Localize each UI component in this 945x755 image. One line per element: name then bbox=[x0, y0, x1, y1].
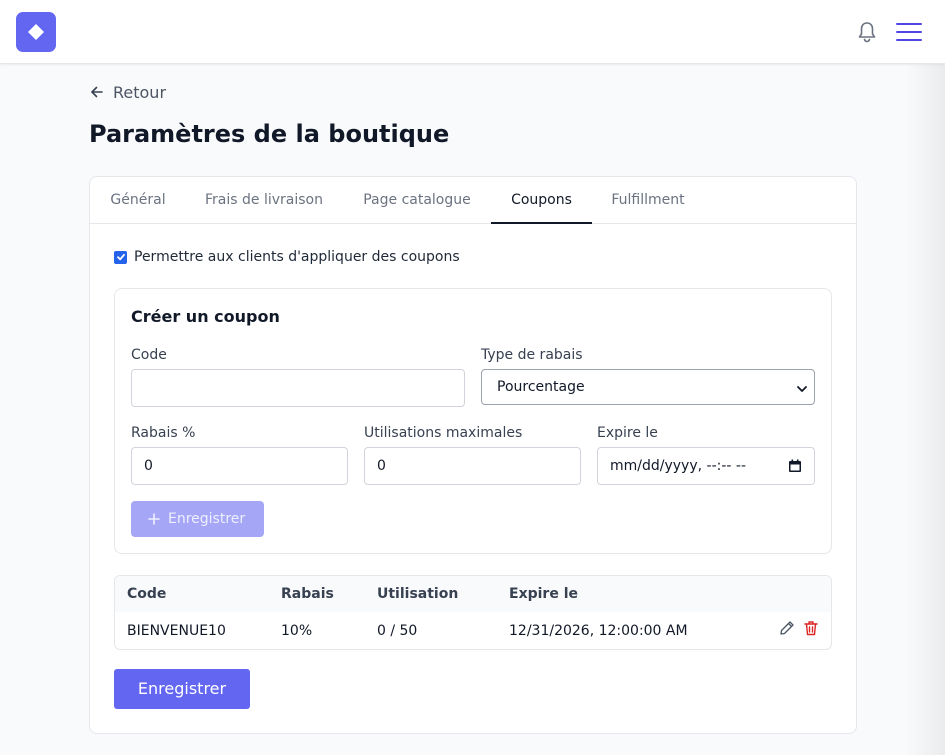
save-settings-button[interactable]: Enregistrer bbox=[114, 669, 250, 709]
checkmark-icon bbox=[116, 253, 125, 261]
tab-catalog-page[interactable]: Page catalogue bbox=[343, 177, 491, 224]
create-coupon-title: Créer un coupon bbox=[131, 307, 280, 326]
discount-percent-input[interactable]: 0 bbox=[131, 447, 348, 485]
create-coupon-panel: Créer un coupon Code Type de rabais Pour… bbox=[114, 288, 832, 554]
arrow-left-icon bbox=[91, 86, 103, 98]
discount-type-label: Type de rabais bbox=[481, 347, 583, 363]
tab-general[interactable]: Général bbox=[90, 177, 186, 224]
row-expires: 12/31/2026, 12:00:00 AM bbox=[509, 623, 688, 639]
trash-icon[interactable] bbox=[803, 620, 819, 636]
expires-label: Expire le bbox=[597, 425, 658, 441]
page-title: Paramètres de la boutique bbox=[89, 120, 450, 148]
logo[interactable] bbox=[16, 12, 56, 52]
table-header: Code Rabais Utilisation Expire le bbox=[115, 576, 831, 612]
back-link[interactable]: Retour bbox=[89, 80, 166, 104]
discount-type-value: Pourcentage bbox=[497, 379, 585, 395]
tab-shipping-fees[interactable]: Frais de livraison bbox=[186, 177, 342, 224]
row-code: BIENVENUE10 bbox=[127, 623, 226, 639]
tab-fulfillment[interactable]: Fulfillment bbox=[592, 177, 704, 224]
max-uses-input[interactable]: 0 bbox=[364, 447, 581, 485]
calendar-icon[interactable] bbox=[788, 459, 802, 473]
header-usage: Utilisation bbox=[377, 586, 459, 602]
header-code: Code bbox=[127, 586, 167, 602]
row-discount: 10% bbox=[281, 623, 313, 639]
discount-percent-label: Rabais % bbox=[131, 425, 196, 441]
tab-coupons[interactable]: Coupons bbox=[491, 177, 592, 224]
settings-card: Général Frais de livraison Page catalogu… bbox=[89, 176, 857, 734]
allow-coupons-label: Permettre aux clients d'appliquer des co… bbox=[134, 249, 460, 265]
pencil-icon[interactable] bbox=[779, 620, 795, 636]
allow-coupons-checkbox[interactable] bbox=[114, 250, 127, 264]
discount-type-select[interactable]: Pourcentage bbox=[481, 369, 815, 405]
tab-bar: Général Frais de livraison Page catalogu… bbox=[90, 177, 856, 224]
save-coupon-button[interactable]: Enregistrer bbox=[131, 501, 264, 537]
hamburger-menu-icon[interactable] bbox=[895, 19, 923, 45]
max-uses-label: Utilisations maximales bbox=[364, 425, 523, 441]
plus-icon bbox=[148, 513, 160, 525]
expires-placeholder: mm/dd/yyyy, --:-- -- bbox=[610, 458, 747, 474]
code-input[interactable] bbox=[131, 369, 465, 407]
top-bar bbox=[0, 0, 945, 64]
logo-diamond-icon bbox=[28, 24, 44, 40]
row-usage: 0 / 50 bbox=[377, 623, 418, 639]
scroll-shadow bbox=[905, 64, 945, 755]
code-label: Code bbox=[131, 347, 167, 363]
save-coupon-label: Enregistrer bbox=[168, 511, 246, 527]
chevron-down-icon bbox=[797, 386, 807, 392]
coupons-table: Code Rabais Utilisation Expire le BIENVE… bbox=[114, 575, 832, 650]
header-expires: Expire le bbox=[509, 586, 578, 602]
allow-coupons-row: Permettre aux clients d'appliquer des co… bbox=[114, 249, 460, 265]
header-discount: Rabais bbox=[281, 586, 334, 602]
expires-input[interactable]: mm/dd/yyyy, --:-- -- bbox=[597, 447, 815, 485]
bell-icon[interactable] bbox=[856, 20, 878, 44]
back-label: Retour bbox=[113, 82, 167, 102]
